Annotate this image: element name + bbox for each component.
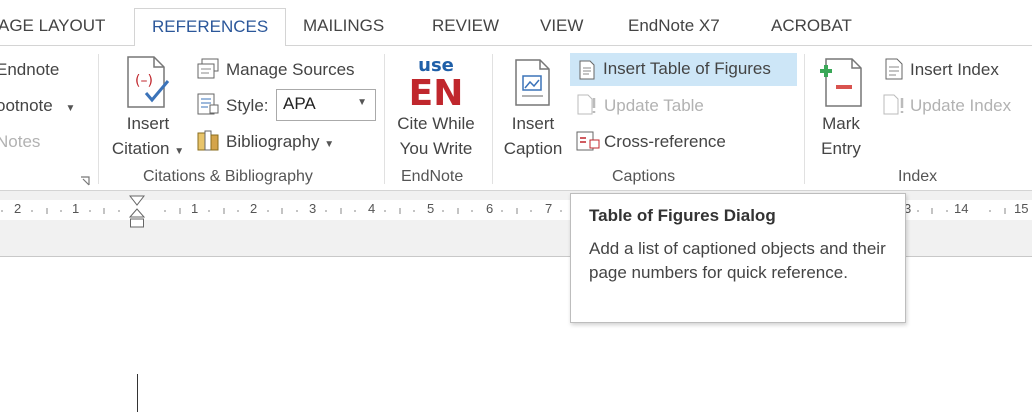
ruler-number: 7 [545, 201, 553, 216]
dialog-launcher-icon[interactable] [80, 173, 90, 186]
ruler-number: 4 [368, 201, 376, 216]
tooltip-description: Add a list of captioned objects and thei… [589, 239, 886, 282]
tooltip-title: Table of Figures Dialog [589, 206, 776, 225]
endnote-group-label: EndNote [401, 168, 464, 185]
mark-entry-button[interactable]: Mark Entry [810, 111, 872, 161]
style-dropdown[interactable]: APA ▼ [276, 89, 376, 121]
manage-sources-button[interactable]: Manage Sources [226, 60, 355, 80]
show-notes-button[interactable]: Notes [0, 132, 40, 152]
insert-table-of-figures-button[interactable]: Insert Table of Figures [570, 53, 797, 86]
update-table-button[interactable]: Update Table [604, 96, 704, 116]
ruler-number: 5 [427, 201, 435, 216]
insert-table-of-figures-label: Insert Table of Figures [603, 59, 771, 78]
insert-citation-button[interactable]: Insert Citation ▼ [108, 111, 188, 164]
text-cursor [137, 374, 138, 412]
tab-endnote-x7[interactable]: EndNote X7 [628, 16, 720, 36]
update-table-icon [576, 94, 598, 116]
insert-caption-button[interactable]: Insert Caption [496, 111, 570, 161]
style-icon [196, 93, 220, 115]
insert-caption-label-1: Insert [511, 114, 555, 133]
captions-group-label: Captions [612, 168, 676, 185]
bibliography-button[interactable]: Bibliography ▼ [226, 132, 334, 152]
insert-caption-label-2: Caption [503, 139, 563, 158]
tab-view[interactable]: VIEW [540, 16, 583, 36]
manage-sources-icon [196, 58, 220, 80]
group-separator [98, 54, 99, 184]
svg-text:(–): (–) [135, 73, 153, 89]
tab-mailings[interactable]: MAILINGS [303, 16, 384, 36]
endnote-logo-icon: use EN [408, 54, 464, 114]
ruler-number: 1 [191, 201, 199, 216]
update-index-icon [882, 94, 906, 116]
cite-while-you-write-button[interactable]: Cite While You Write [388, 111, 484, 161]
next-footnote-label: ootnote [0, 96, 53, 115]
cross-reference-icon [576, 130, 600, 152]
group-separator [384, 54, 385, 184]
table-of-figures-icon [578, 60, 596, 80]
ruler-number: 14 [954, 201, 969, 216]
mark-entry-label-1: Mark [822, 114, 860, 133]
tooltip: Table of Figures Dialog Add a list of ca… [570, 193, 906, 323]
bibliography-icon [196, 129, 220, 151]
cite-while-label-2: You Write [399, 139, 473, 158]
tab-review[interactable]: REVIEW [432, 16, 499, 36]
chevron-down-icon: ▼ [357, 97, 367, 108]
ribbon-tabs: AGE LAYOUT REFERENCES MAILINGS REVIEW VI… [0, 0, 1032, 47]
ruler-number: 2 [14, 201, 22, 216]
next-footnote-button[interactable]: ootnote ▼ [0, 96, 75, 116]
insert-index-icon [884, 58, 904, 80]
update-index-button[interactable]: Update Index [910, 96, 1011, 116]
style-value: APA [283, 94, 316, 113]
ruler-number: 1 [72, 201, 80, 216]
bibliography-label: Bibliography [226, 132, 320, 151]
ruler-number: 15 [1014, 201, 1029, 216]
tab-acrobat[interactable]: ACROBAT [771, 16, 852, 36]
mark-entry-label-2: Entry [821, 139, 861, 158]
ruler-number: 6 [486, 201, 494, 216]
cross-reference-button[interactable]: Cross-reference [604, 132, 726, 152]
chevron-down-icon: ▼ [65, 103, 76, 114]
insert-index-button[interactable]: Insert Index [910, 60, 999, 80]
insert-endnote-button[interactable]: Endnote [0, 60, 59, 80]
chevron-down-icon: ▼ [174, 146, 185, 157]
insert-caption-icon [513, 58, 553, 108]
ribbon: Endnote ootnote ▼ Notes (–) Insert Citat… [0, 46, 1032, 191]
ruler-number: 2 [250, 201, 258, 216]
tab-references[interactable]: REFERENCES [134, 8, 287, 47]
insert-citation-label-1: Insert [126, 114, 170, 133]
group-separator [492, 54, 493, 184]
svg-text:EN: EN [409, 73, 464, 110]
indent-marker-icon[interactable] [128, 195, 146, 229]
ruler-number: 3 [309, 201, 317, 216]
chevron-down-icon: ▼ [324, 139, 335, 150]
group-separator [804, 54, 805, 184]
cite-while-label-1: Cite While [397, 114, 475, 133]
style-label: Style: [226, 96, 269, 115]
insert-citation-label-2: Citation [111, 139, 170, 158]
insert-citation-icon: (–) [124, 55, 174, 111]
tab-page-layout[interactable]: AGE LAYOUT [0, 16, 105, 36]
citations-group-label: Citations & Bibliography [143, 168, 313, 185]
mark-entry-icon [818, 55, 864, 109]
index-group-label: Index [898, 168, 938, 185]
